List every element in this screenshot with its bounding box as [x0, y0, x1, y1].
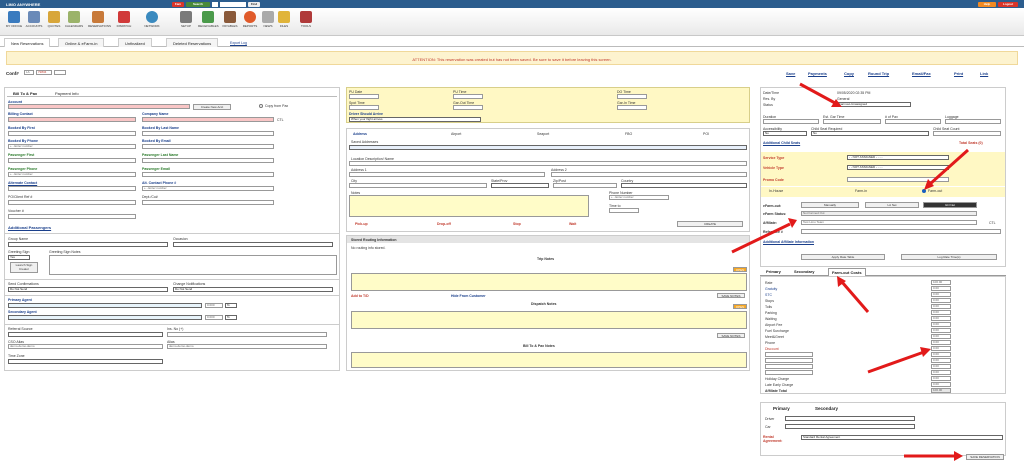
- arrow-affiliate-total: [867, 347, 931, 374]
- arrow-affiliate: [731, 218, 797, 254]
- arrow-farm-out-costs: [837, 276, 870, 313]
- arrow-status: [799, 82, 842, 107]
- arrow-save-reservation: [904, 451, 963, 461]
- arrow-farm-out: [924, 148, 970, 190]
- annotation-arrows: [731, 82, 970, 461]
